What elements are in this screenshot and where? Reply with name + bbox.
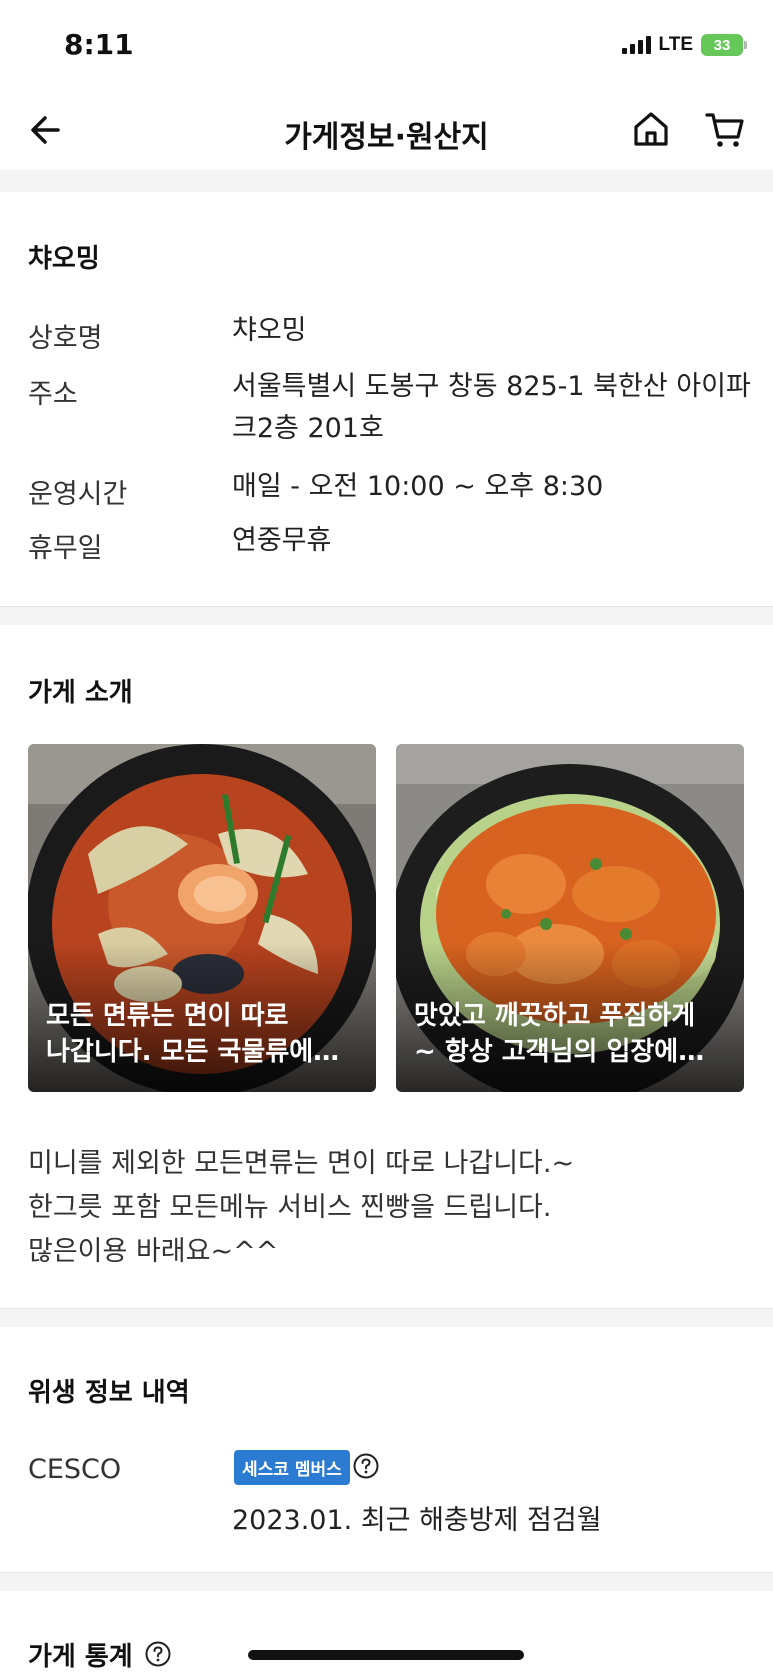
help-icon[interactable] bbox=[352, 1452, 380, 1480]
info-value: 챠오밍 bbox=[232, 315, 307, 346]
battery-level: 33 bbox=[713, 36, 731, 54]
section-divider bbox=[0, 170, 773, 192]
network-type: LTE bbox=[658, 34, 693, 55]
caption-line: 나갑니다. 모든 국물류에… bbox=[46, 1037, 340, 1067]
home-icon[interactable] bbox=[630, 108, 672, 150]
stats-heading: 가게 통계 bbox=[28, 1642, 133, 1672]
cart-icon[interactable] bbox=[704, 108, 746, 150]
section-divider bbox=[0, 1572, 773, 1591]
status-bar: 8:11 LTE 33 bbox=[0, 0, 773, 90]
status-time: 8:11 bbox=[64, 28, 134, 61]
hygiene-provider: CESCO bbox=[28, 1454, 122, 1485]
info-label: 상호명 bbox=[28, 323, 103, 354]
home-indicator bbox=[248, 1650, 524, 1660]
intro-text-line: 많은이용 바래요~^^ bbox=[28, 1236, 279, 1267]
info-label: 휴무일 bbox=[28, 533, 103, 564]
caption-line: 맛있고 깨끗하고 푸짐하게 bbox=[414, 1001, 696, 1031]
photo-caption: 맛있고 깨끗하고 푸짐하게 ~ 항상 고객님의 입장에… bbox=[414, 998, 728, 1070]
nav-bar: 가게정보·원산지 bbox=[0, 90, 773, 170]
store-name-heading: 챠오밍 bbox=[28, 244, 100, 274]
info-value: 연중무휴 bbox=[232, 525, 332, 556]
pest-control-date: 2023.01. 최근 해충방제 점검월 bbox=[232, 1505, 602, 1536]
intro-photo-card[interactable]: 맛있고 깨끗하고 푸짐하게 ~ 항상 고객님의 입장에… bbox=[396, 744, 744, 1092]
intro-text-line: 미니를 제외한 모든면류는 면이 따로 나갑니다.~ bbox=[28, 1148, 575, 1179]
photo-caption: 모든 면류는 면이 따로 나갑니다. 모든 국물류에… bbox=[46, 998, 360, 1070]
hygiene-heading: 위생 정보 내역 bbox=[28, 1378, 190, 1408]
info-value: 매일 - 오전 10:00 ~ 오후 8:30 bbox=[232, 471, 604, 502]
help-icon[interactable] bbox=[144, 1640, 172, 1668]
status-indicators: LTE 33 bbox=[621, 34, 747, 56]
intro-text-line: 한그릇 포함 모든메뉴 서비스 찐빵을 드립니다. bbox=[28, 1192, 552, 1223]
caption-line: 모든 면류는 면이 따로 bbox=[46, 1001, 289, 1031]
section-divider bbox=[0, 1308, 773, 1327]
cesco-members-badge: 세스코 멤버스 bbox=[234, 1450, 350, 1485]
intro-text: 미니를 제외한 모든면류는 면이 따로 나갑니다.~ 한그릇 포함 모든메뉴 서… bbox=[28, 1142, 574, 1274]
caption-line: ~ 항상 고객님의 입장에… bbox=[414, 1037, 705, 1067]
battery-icon: 33 bbox=[701, 34, 747, 56]
signal-icon bbox=[621, 36, 651, 54]
intro-heading: 가게 소개 bbox=[28, 678, 133, 708]
info-label: 주소 bbox=[28, 379, 78, 410]
info-value-address: 서울특별시 도봉구 창동 825-1 북한산 아이파크2층 201호 bbox=[232, 371, 751, 444]
intro-photo-card[interactable]: 모든 면류는 면이 따로 나갑니다. 모든 국물류에… bbox=[28, 744, 376, 1092]
section-divider bbox=[0, 606, 773, 625]
info-label: 운영시간 bbox=[28, 479, 128, 510]
